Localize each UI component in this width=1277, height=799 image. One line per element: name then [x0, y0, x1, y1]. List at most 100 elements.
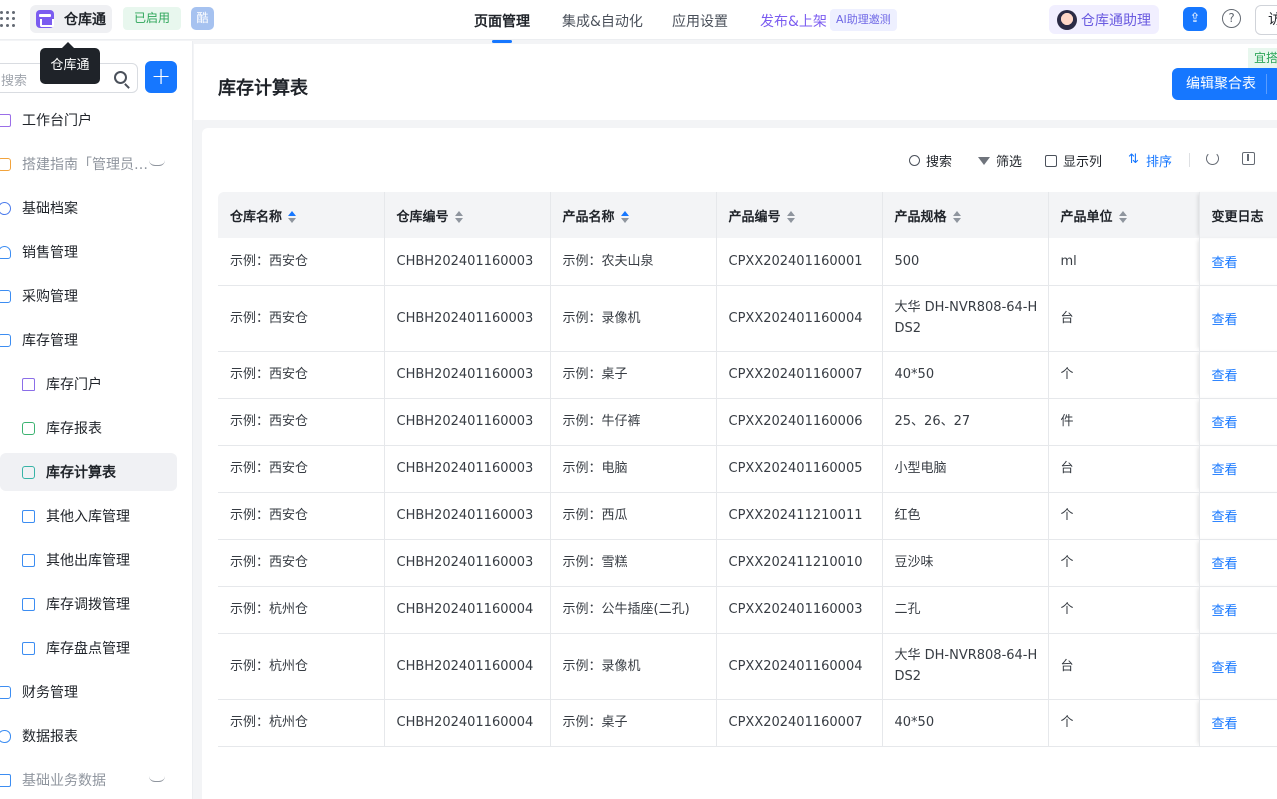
cell-change-log: 查看: [1199, 539, 1277, 587]
hidden-eye-icon[interactable]: [149, 776, 165, 782]
sidebar-item-portal[interactable]: 工作台门户: [0, 101, 177, 139]
cell-product-unit: 个: [1048, 699, 1200, 747]
tab-page-management[interactable]: 页面管理: [474, 11, 530, 31]
view-log-link[interactable]: 查看: [1212, 310, 1238, 331]
cell-warehouse-code: CHBH202401160003: [384, 445, 551, 493]
sidebar-item-guide[interactable]: 搭建指南「管理员…: [0, 145, 177, 183]
cell-product-name: 示例：录像机: [550, 285, 717, 352]
sort-icon[interactable]: [786, 211, 795, 223]
toolbar-columns-button[interactable]: 显示列: [1045, 151, 1102, 170]
view-log-link[interactable]: 查看: [1212, 413, 1238, 434]
search-icon[interactable]: [114, 71, 127, 84]
sidebar-item-inventory-report[interactable]: 库存报表: [0, 409, 177, 447]
sidebar-item-inventory[interactable]: 库存管理: [0, 321, 177, 359]
sidebar-item-other-outbound[interactable]: 其他出库管理: [0, 541, 177, 579]
sort-icon[interactable]: [288, 211, 297, 223]
toolbar-search-button[interactable]: 搜索: [909, 151, 952, 170]
toolbar-search-label: 搜索: [926, 155, 953, 170]
view-log-link[interactable]: 查看: [1212, 253, 1238, 274]
cell-product-name: 示例：雪糕: [550, 539, 717, 587]
cell-warehouse-name: 示例：西安仓: [218, 398, 385, 446]
sort-icon[interactable]: [620, 211, 629, 223]
sidebar-item-other-inbound[interactable]: 其他入库管理: [0, 497, 177, 535]
folder-icon: [0, 773, 11, 787]
cell-product-spec: 500: [882, 238, 1049, 286]
table-row: 示例：西安仓 CHBH202401160003 示例：牛仔裤 CPXX20240…: [218, 398, 1277, 446]
table-row: 示例：杭州仓 CHBH202401160004 示例：公牛插座(二孔) CPXX…: [218, 586, 1277, 634]
view-log-link[interactable]: 查看: [1212, 554, 1238, 575]
export-icon[interactable]: [1242, 152, 1255, 165]
cell-product-code: CPXX202401160004: [716, 633, 883, 700]
cell-warehouse-code: CHBH202401160003: [384, 492, 551, 540]
sidebar-item-finance[interactable]: 财务管理: [0, 673, 177, 711]
column-header-product-code[interactable]: 产品编号: [716, 192, 883, 238]
view-log-link[interactable]: 查看: [1212, 507, 1238, 528]
cell-product-code: CPXX202411210010: [716, 539, 883, 587]
view-log-link[interactable]: 查看: [1212, 658, 1238, 679]
app-grid-icon[interactable]: [0, 11, 16, 27]
visit-button[interactable]: 访: [1255, 5, 1277, 35]
cell-warehouse-name: 示例：西安仓: [218, 238, 385, 286]
cell-product-unit: 台: [1048, 633, 1200, 700]
sidebar-item-label: 库存管理: [22, 333, 78, 349]
refresh-icon[interactable]: [1206, 152, 1219, 165]
preview-tag[interactable]: 宜搭: [1248, 48, 1277, 68]
sidebar-item-basic-archive[interactable]: 基础档案: [0, 189, 177, 227]
columns-icon: [1045, 154, 1057, 167]
sidebar-item-basic-business-data[interactable]: 基础业务数据: [0, 761, 177, 799]
sidebar-item-data-report[interactable]: 数据报表: [0, 717, 177, 755]
column-header-warehouse-code[interactable]: 仓库编号: [384, 192, 551, 238]
sort-icon[interactable]: [454, 211, 463, 223]
sidebar-item-purchase[interactable]: 采购管理: [0, 277, 177, 315]
cell-product-name: 示例：桌子: [550, 699, 717, 747]
cell-product-spec: 红色: [882, 492, 1049, 540]
table-row: 示例：西安仓 CHBH202401160003 示例：西瓜 CPXX202411…: [218, 492, 1277, 540]
tab-app-settings[interactable]: 应用设置: [672, 11, 728, 31]
cell-product-spec: 25、26、27: [882, 398, 1049, 446]
sidebar-item-label: 数据报表: [22, 729, 78, 745]
sidebar-item-inventory-calc[interactable]: 库存计算表: [0, 453, 177, 491]
view-log-link[interactable]: 查看: [1212, 460, 1238, 481]
cell-warehouse-code: CHBH202401160004: [384, 633, 551, 700]
sort-icon[interactable]: [952, 211, 961, 223]
home-icon: [22, 377, 35, 391]
tab-integration-automation[interactable]: 集成&自动化: [562, 11, 643, 31]
cell-warehouse-code: CHBH202401160003: [384, 285, 551, 352]
help-icon[interactable]: ?: [1222, 9, 1241, 28]
toolbar-sort-button[interactable]: 排序: [1128, 151, 1172, 171]
table-row: 示例：杭州仓 CHBH202401160004 示例：录像机 CPXX20240…: [218, 633, 1277, 700]
cell-warehouse-code: CHBH202401160003: [384, 539, 551, 587]
column-header-product-name[interactable]: 产品名称: [550, 192, 717, 238]
cell-warehouse-name: 示例：杭州仓: [218, 586, 385, 634]
cell-product-unit: ml: [1048, 238, 1200, 286]
finance-icon: [0, 685, 11, 699]
column-header-warehouse-name[interactable]: 仓库名称: [218, 192, 385, 238]
cell-warehouse-code: CHBH202401160003: [384, 398, 551, 446]
app-switcher[interactable]: 仓库通: [30, 5, 112, 33]
sidebar-item-stocktake[interactable]: 库存盘点管理: [0, 629, 177, 667]
view-log-link[interactable]: 查看: [1212, 366, 1238, 387]
share-icon[interactable]: ⇪: [1183, 7, 1207, 31]
view-log-link[interactable]: 查看: [1212, 714, 1238, 735]
ai-invite-badge[interactable]: AI助理邀测: [830, 9, 897, 31]
hidden-eye-icon[interactable]: [149, 160, 165, 166]
assistant-button[interactable]: 仓库通助理: [1049, 5, 1159, 34]
form-icon: [22, 553, 35, 567]
cell-product-code: CPXX202401160001: [716, 238, 883, 286]
edit-aggregate-table-button[interactable]: 编辑聚合表: [1172, 68, 1277, 100]
sidebar-item-inventory-portal[interactable]: 库存门户: [0, 365, 177, 403]
sidebar-item-transfer[interactable]: 库存调拨管理: [0, 585, 177, 623]
sidebar-item-sales[interactable]: 销售管理: [0, 233, 177, 271]
sidebar-item-label: 库存调拨管理: [46, 597, 130, 613]
view-log-link[interactable]: 查看: [1212, 601, 1238, 622]
column-header-product-spec[interactable]: 产品规格: [882, 192, 1049, 238]
ku-badge[interactable]: 酷: [191, 7, 214, 30]
publish-button[interactable]: 发布&上架: [760, 11, 827, 31]
cart-icon: [0, 289, 11, 303]
column-header-product-unit[interactable]: 产品单位: [1048, 192, 1200, 238]
sort-icon[interactable]: [1118, 211, 1127, 223]
cell-product-unit: 台: [1048, 285, 1200, 352]
toolbar-filter-button[interactable]: 筛选: [978, 151, 1022, 170]
assistant-avatar: [1057, 9, 1077, 30]
add-page-button[interactable]: +: [145, 61, 177, 93]
